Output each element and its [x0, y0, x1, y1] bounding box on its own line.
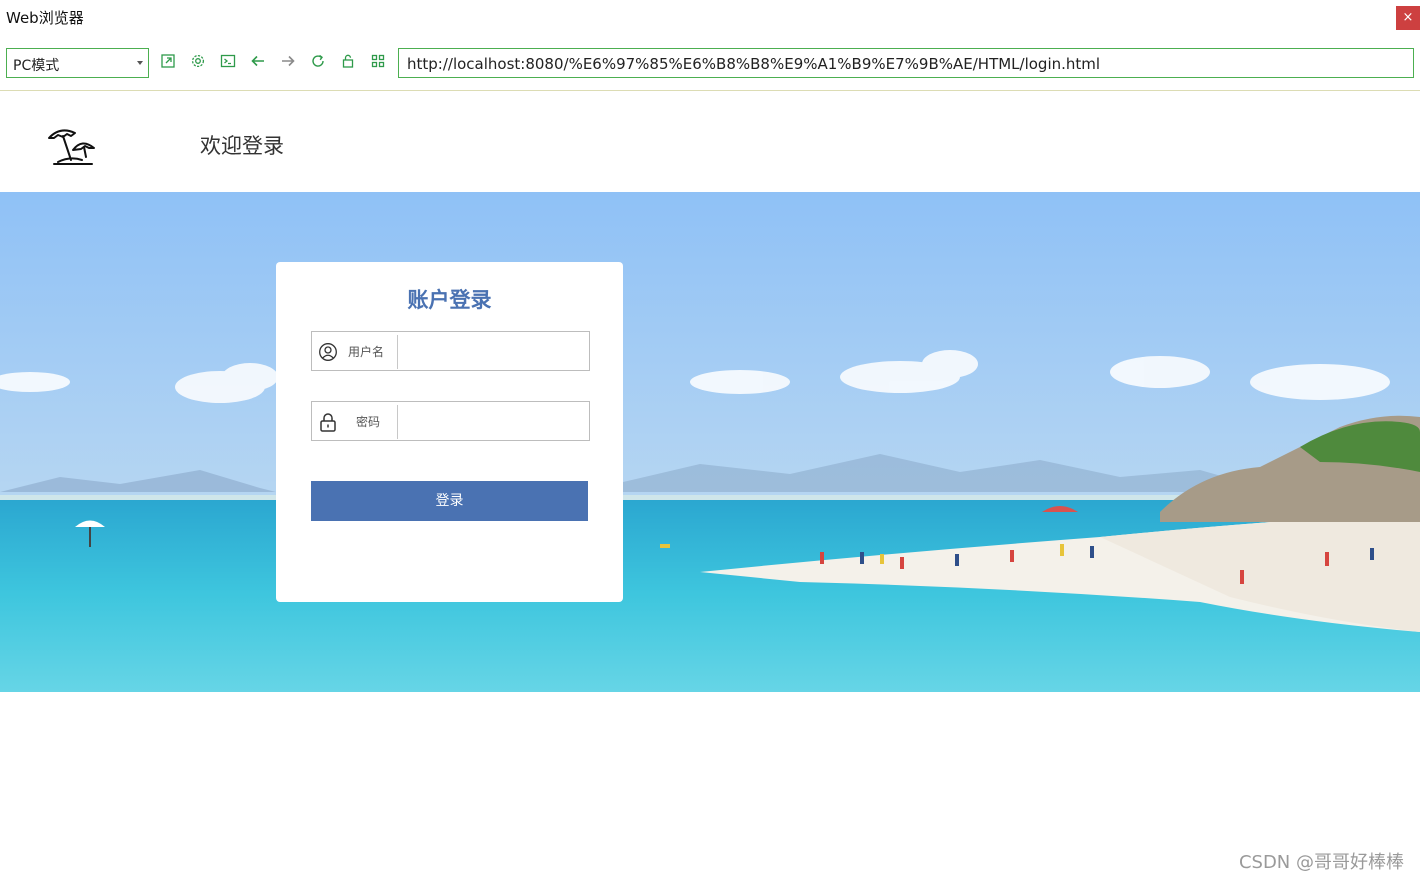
- username-input[interactable]: [402, 336, 585, 366]
- lock-icon[interactable]: [340, 53, 356, 69]
- beach-scene-image: [0, 192, 1420, 692]
- username-field[interactable]: 用户名: [311, 331, 590, 371]
- qr-grid-icon[interactable]: [370, 53, 386, 69]
- password-label: 密码: [356, 415, 381, 429]
- console-icon[interactable]: [220, 53, 236, 69]
- chevron-down-icon: [137, 61, 143, 65]
- window-close-button[interactable]: ×: [1396, 6, 1420, 30]
- url-bar[interactable]: http://localhost:8080/%E6%97%85%E6%B8%B8…: [398, 48, 1414, 78]
- mode-select[interactable]: PC模式: [6, 48, 149, 78]
- password-input[interactable]: [402, 406, 585, 436]
- login-card: 账户登录 用户名 密码 登录: [276, 262, 623, 602]
- field-divider: [397, 335, 398, 369]
- refresh-icon[interactable]: [310, 53, 326, 69]
- login-title: 账户登录: [407, 288, 492, 312]
- csdn-watermark: CSDN @哥哥好棒棒: [1238, 852, 1404, 873]
- back-arrow-icon[interactable]: [250, 53, 266, 69]
- welcome-heading: 欢迎登录: [200, 134, 284, 158]
- username-label: 用户名: [348, 345, 385, 359]
- padlock-icon: [318, 412, 338, 432]
- user-circle-icon: [318, 342, 338, 362]
- field-divider: [397, 405, 398, 439]
- open-external-icon[interactable]: [160, 53, 176, 69]
- password-field[interactable]: 密码: [311, 401, 590, 441]
- window-titlebar: Web浏览器 ×: [0, 0, 1420, 36]
- beach-banner: [0, 192, 1420, 692]
- url-text: http://localhost:8080/%E6%97%85%E6%B8%B8…: [407, 55, 1101, 73]
- page-header: 欢迎登录: [0, 92, 1420, 192]
- window-title: Web浏览器: [6, 9, 84, 27]
- settings-gear-icon[interactable]: [190, 53, 206, 69]
- login-submit-button[interactable]: 登录: [311, 481, 588, 521]
- forward-arrow-icon[interactable]: [280, 53, 296, 69]
- mode-select-value: PC模式: [13, 58, 60, 74]
- beach-umbrella-icon[interactable]: [46, 124, 96, 166]
- browser-toolbar: PC模式 http://localhost:8080/%E6%97%85%E6%…: [0, 36, 1420, 91]
